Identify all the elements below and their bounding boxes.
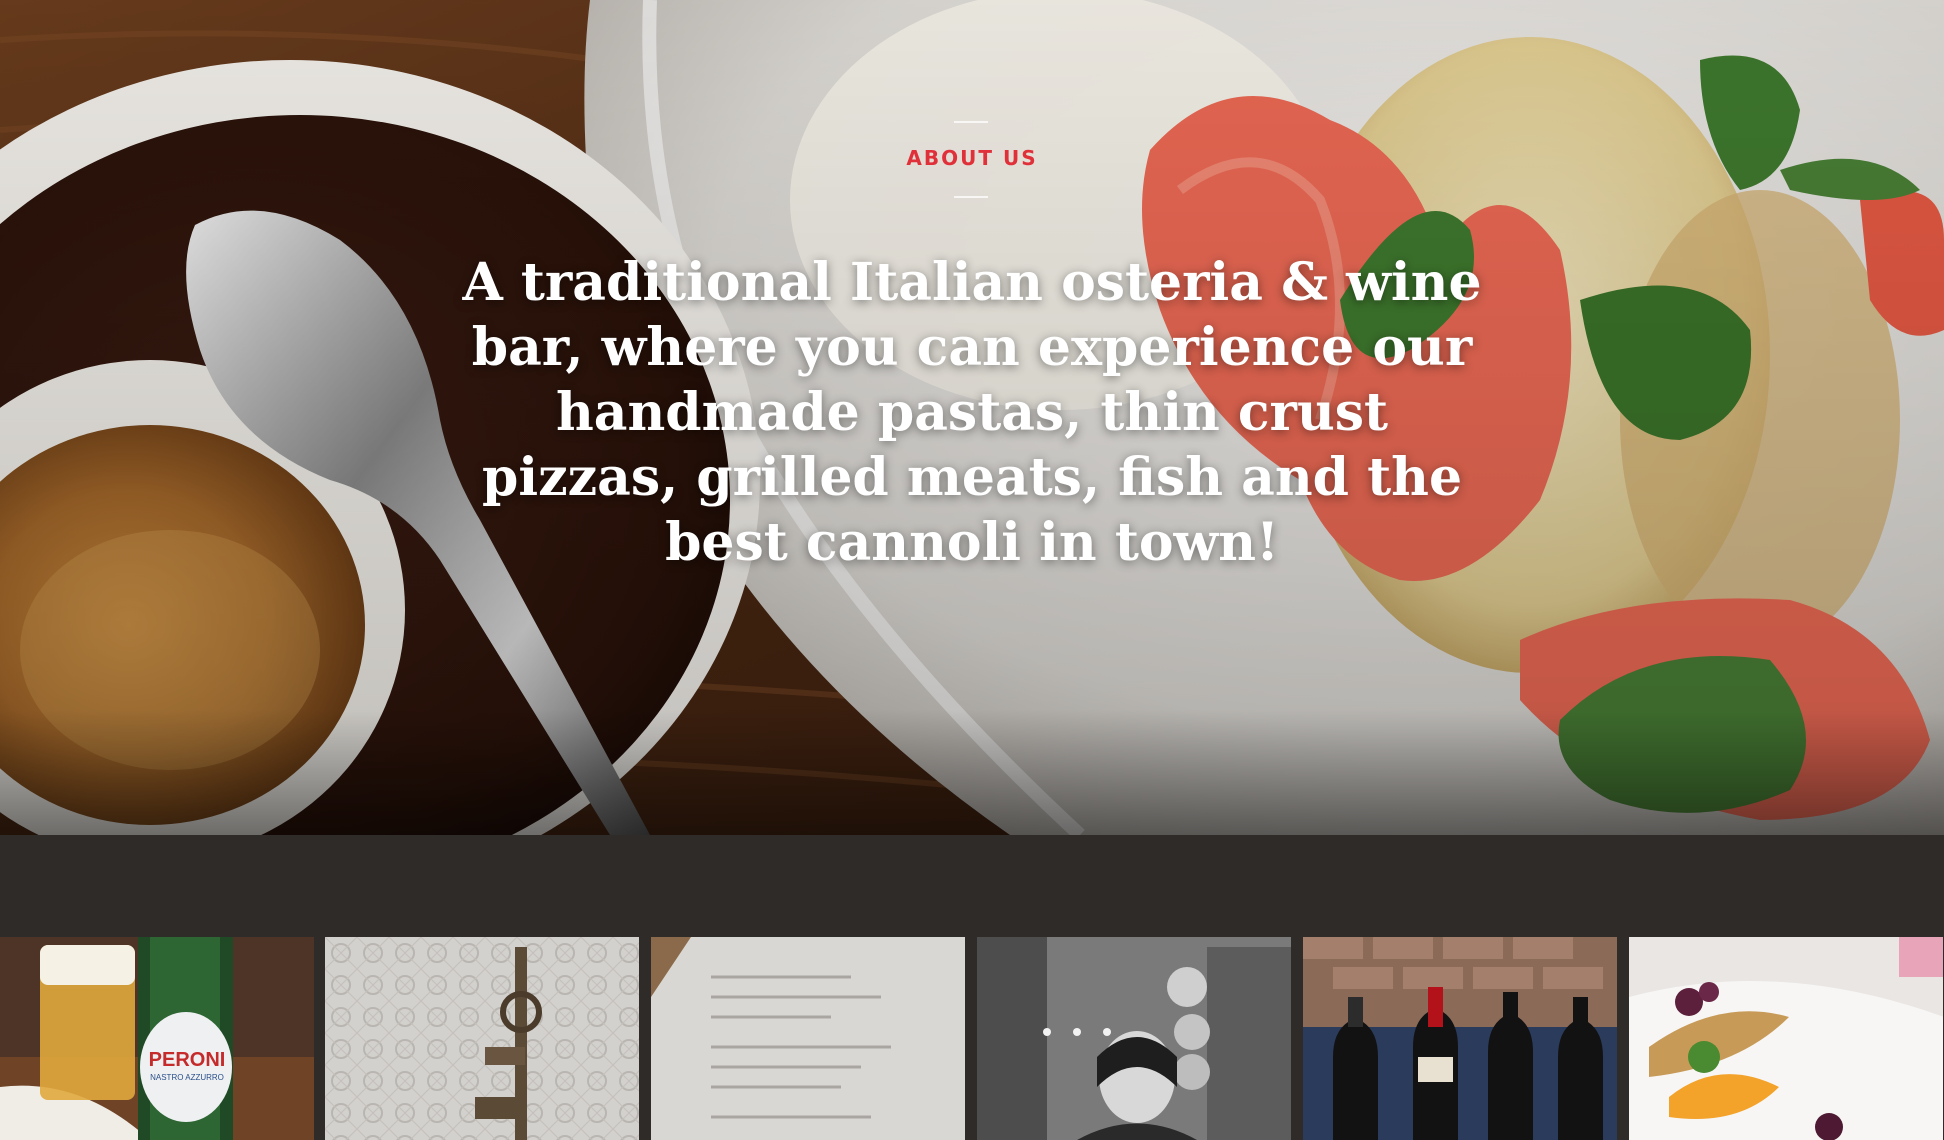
menu-photo (651, 937, 965, 1140)
about-headline: A traditional Italian osteria & wine bar… (462, 252, 1482, 573)
about-section: ABOUT US A traditional Italian osteria &… (0, 0, 1944, 835)
peroni-label: PERONI (148, 1049, 226, 1071)
chef-photo (977, 937, 1291, 1140)
eyebrow-rule-top (954, 121, 988, 123)
hero-section: ABOUT US A traditional Italian osteria &… (0, 0, 1944, 835)
gallery-thumb-chef[interactable] (977, 937, 1291, 1140)
gallery-thumb-wine[interactable] (1303, 937, 1617, 1140)
dish-photo (1629, 937, 1943, 1140)
tap-photo (325, 937, 639, 1140)
wine-photo (1303, 937, 1617, 1140)
gallery-thumb-beer[interactable]: PERONI NASTRO AZZURRO (0, 937, 314, 1140)
beer-photo (0, 937, 314, 1140)
peroni-sublabel: NASTRO AZZURRO (150, 1073, 224, 1082)
gallery-thumb-dish[interactable] (1629, 937, 1943, 1140)
gallery-thumb-menu[interactable] (651, 937, 965, 1140)
eyebrow-rule-bottom (954, 196, 988, 198)
dark-band (0, 835, 1944, 937)
gallery-thumb-tap[interactable] (325, 937, 639, 1140)
about-eyebrow: ABOUT US (906, 146, 1038, 170)
photo-gallery-strip: PERONI NASTRO AZZURRO (0, 937, 1944, 1140)
